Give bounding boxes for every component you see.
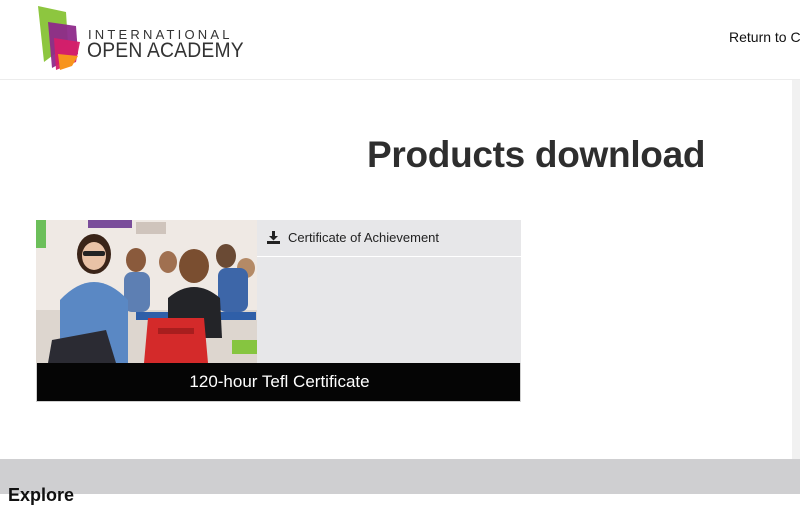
footer-heading-explore: Explore (8, 485, 75, 505)
download-label: Certificate of Achievement (288, 230, 440, 245)
download-certificate-of-achievement[interactable]: Certificate of Achievement (257, 220, 521, 257)
product-card-title-bar: 120-hour Tefl Certificate (36, 363, 521, 402)
site-header: INTERNATIONAL OPEN ACADEMY Return to Ca (0, 0, 800, 80)
return-to-catalog-link[interactable]: Return to Ca (729, 29, 800, 45)
classroom-photo-icon (36, 220, 257, 363)
academy-logo[interactable]: INTERNATIONAL OPEN ACADEMY (36, 4, 244, 72)
page-scrollbar[interactable] (792, 80, 800, 460)
product-title: 120-hour Tefl Certificate (189, 372, 370, 391)
product-card: Certificate of Achievement 120-hour Tefl… (36, 220, 521, 402)
page-title: Products download (367, 134, 706, 175)
site-footer: Explore (0, 459, 800, 505)
academy-logo-mark (38, 6, 80, 70)
download-panel: Certificate of Achievement (257, 220, 521, 363)
logo-text-open-academy: OPEN ACADEMY (87, 39, 244, 62)
product-image (36, 220, 257, 363)
download-icon (267, 231, 280, 244)
